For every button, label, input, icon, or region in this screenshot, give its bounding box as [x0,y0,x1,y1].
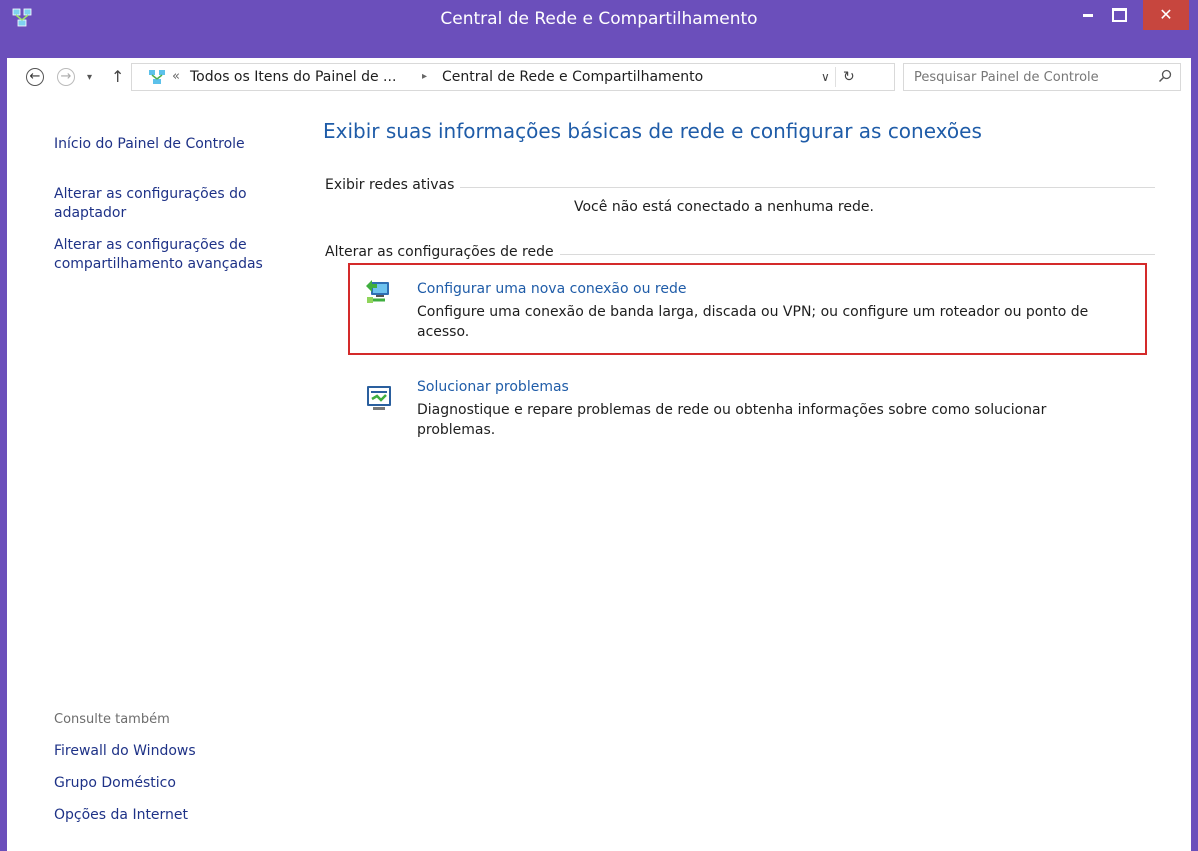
minimize-button[interactable] [1073,0,1103,30]
active-networks-section: Exibir redes ativas [325,176,1155,196]
see-also-heading: Consulte também [54,712,170,727]
breadcrumb-item-all-items[interactable]: Todos os Itens do Painel de ... [190,68,396,86]
title-bar[interactable]: Central de Rede e Compartilhamento ✕ [0,0,1198,58]
setup-new-connection-description: Configure uma conexão de banda larga, di… [417,304,1089,340]
change-settings-section: Alterar as configurações de rede [325,243,1155,263]
no-network-message: Você não está conectado a nenhuma rede. [574,199,874,215]
breadcrumb-overflow[interactable]: « [172,68,180,86]
minimize-icon [1083,13,1093,17]
search-icon[interactable] [1158,69,1172,83]
troubleshoot-icon [367,386,391,410]
maximize-button[interactable] [1104,0,1134,30]
left-navigation-pane: Início do Painel de Controle Alterar as … [7,100,307,851]
navigation-bar: ← → ▾ ↑ « Todos os Itens do Painel de ..… [7,58,1191,100]
maximize-icon [1111,8,1127,22]
troubleshoot-description: Diagnostique e repare problemas de rede … [417,402,1047,438]
search-box[interactable] [903,63,1181,91]
control-panel-icon [149,70,165,84]
network-setup-icon [366,280,389,303]
change-adapter-settings-link[interactable]: Alterar as configurações do adaptador [54,185,294,223]
breadcrumb-item-network-center[interactable]: Central de Rede e Compartilhamento [442,68,703,86]
up-arrow-icon: ↑ [111,67,125,86]
active-networks-heading: Exibir redes ativas [325,176,461,194]
back-arrow-icon: ← [29,69,41,84]
refresh-icon[interactable]: ↻ [843,67,855,87]
change-advanced-sharing-link[interactable]: Alterar as configurações de compartilham… [54,236,294,274]
recent-locations-dropdown[interactable]: ▾ [87,67,92,89]
setup-new-connection-link[interactable]: Configurar uma nova conexão ou rede [417,280,686,298]
address-dropdown-icon[interactable]: ∨ [821,68,830,86]
see-also-internet-options-link[interactable]: Opções da Internet [54,806,294,825]
network-sharing-center-window: Central de Rede e Compartilhamento ✕ ← →… [0,0,1198,851]
troubleshoot-link[interactable]: Solucionar problemas [417,378,569,396]
chevron-down-icon: ▾ [87,72,93,83]
address-bar[interactable]: « Todos os Itens do Painel de ... ▸ Cent… [131,63,895,91]
search-input[interactable] [904,64,1154,90]
address-divider [835,67,836,87]
forward-button[interactable]: → [57,68,75,86]
see-also-homegroup-link[interactable]: Grupo Doméstico [54,774,294,793]
page-title: Exibir suas informações básicas de rede … [323,119,982,143]
control-panel-home-link[interactable]: Início do Painel de Controle [54,135,294,154]
forward-arrow-icon: → [60,69,72,84]
back-button[interactable]: ← [26,68,44,86]
window-title: Central de Rede e Compartilhamento [440,9,758,29]
see-also-firewall-link[interactable]: Firewall do Windows [54,742,294,761]
close-button[interactable]: ✕ [1143,0,1189,30]
breadcrumb-separator-icon[interactable]: ▸ [422,68,427,86]
close-icon: ✕ [1159,5,1173,24]
up-button[interactable]: ↑ [111,65,124,89]
change-settings-heading: Alterar as configurações de rede [325,243,560,261]
